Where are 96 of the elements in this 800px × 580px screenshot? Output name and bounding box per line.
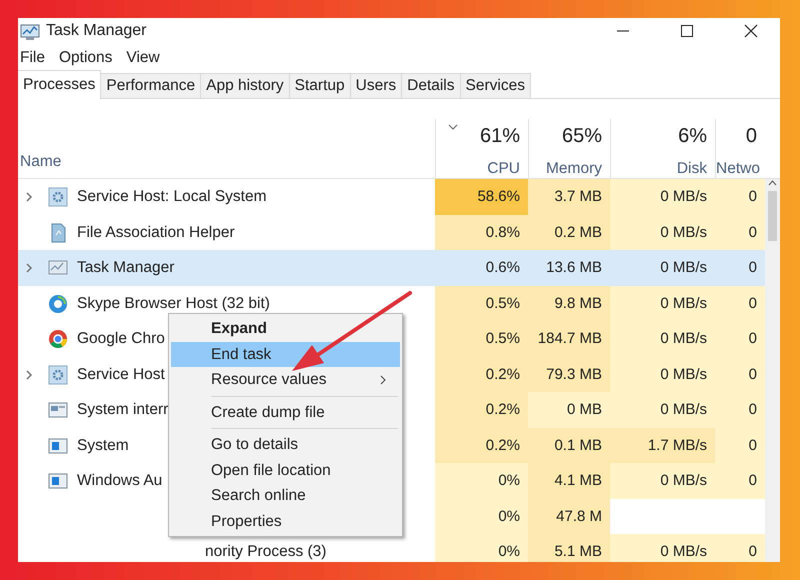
table-cell: 0 xyxy=(715,214,765,250)
table-cell: 0 MB xyxy=(528,392,610,428)
menu-item[interactable]: Resource values xyxy=(171,367,400,392)
table-cell: 0 xyxy=(715,428,765,464)
table-cell-text: 13.6 MB xyxy=(545,258,603,278)
table-cell: 0 MB/s xyxy=(610,286,715,322)
table-cell: 0 xyxy=(715,179,765,215)
table-cell: 0.8% xyxy=(435,214,528,250)
menu-item[interactable]: Go to details xyxy=(171,432,400,458)
table-cell: 0 xyxy=(715,286,765,322)
gear-icon xyxy=(48,364,68,384)
table-cell: 0 MB/s xyxy=(610,356,715,392)
usage-percent: 6% xyxy=(677,124,707,150)
table-cell: 0 MB/s xyxy=(610,463,715,499)
process-name: Windows Au xyxy=(77,471,162,492)
process-name: Skype Browser Host (32 bit) xyxy=(77,294,270,314)
menu-item[interactable]: Search online xyxy=(171,483,400,508)
process-name: File Association Helper xyxy=(77,222,235,243)
process-name: Task Manager xyxy=(77,258,174,278)
tab[interactable]: Processes xyxy=(18,70,102,100)
expand-chevron-icon[interactable] xyxy=(25,368,33,380)
menu-item[interactable]: File xyxy=(18,46,53,70)
table-cell-text: 0 xyxy=(748,258,758,278)
table-cell: 1.7 MB/s xyxy=(610,428,715,464)
expand-chevron-icon[interactable] xyxy=(25,262,33,274)
tab[interactable]: App history xyxy=(200,73,290,98)
table-cell: 184.7 MB xyxy=(528,321,610,357)
table-cell-text: 0 MB/s xyxy=(659,258,708,278)
table-cell: 0.5% xyxy=(435,321,528,357)
window-icon xyxy=(48,436,68,456)
window-icon xyxy=(48,400,68,420)
table-cell: 47.8 M xyxy=(528,498,610,534)
window-icon xyxy=(48,471,68,491)
table-cell: 0 xyxy=(715,463,765,499)
table-cell: 0% xyxy=(435,534,528,562)
menu-item[interactable]: Open file location xyxy=(171,458,400,483)
table-cell: 9.8 MB xyxy=(528,286,610,322)
tab[interactable]: Details xyxy=(401,73,461,98)
menu-item[interactable]: View xyxy=(124,46,168,70)
scroll-up-icon[interactable] xyxy=(768,179,777,188)
table-cell: 58.6% xyxy=(435,179,528,215)
usage-percent: 0 xyxy=(744,124,757,150)
process-name: System xyxy=(77,436,129,456)
table-cell: 0.2% xyxy=(435,392,528,428)
expand-chevron-icon[interactable] xyxy=(25,191,33,203)
table-cell: 0 xyxy=(715,534,765,562)
table-cell: 4.1 MB xyxy=(528,463,610,499)
menu-item[interactable]: Create dump file xyxy=(171,400,400,425)
tab[interactable]: Services xyxy=(460,73,531,98)
process-name: Service Host: Local System xyxy=(77,187,267,208)
table-cell: 0.2% xyxy=(435,428,528,464)
table-cell: 0 xyxy=(715,321,765,357)
gear-icon xyxy=(48,187,68,207)
column-header[interactable]: Disk xyxy=(611,157,707,178)
app-icon xyxy=(48,294,68,314)
tab[interactable]: Users xyxy=(350,73,402,98)
selected-row[interactable]: Task Manager 0.6% 13.6 MB 0 MB/s 0 xyxy=(18,250,765,286)
column-header[interactable]: CPU xyxy=(436,157,520,178)
scrollbar-thumb[interactable] xyxy=(768,191,777,242)
menu-item[interactable]: Properties xyxy=(171,508,400,534)
process-name: Google Chro xyxy=(77,329,165,350)
browser-icon xyxy=(48,329,68,349)
process-name: nority Process (3) xyxy=(205,542,326,562)
table-cell: 0 MB/s xyxy=(610,214,715,250)
column-header[interactable]: Name xyxy=(18,150,435,178)
usage-percent: 61% xyxy=(478,124,520,150)
table-cell: 0% xyxy=(435,463,528,499)
tab[interactable]: Performance xyxy=(100,73,202,98)
column-header[interactable]: Memory xyxy=(529,157,602,178)
process-name: Service Host xyxy=(77,364,165,385)
table-cell: 0.2% xyxy=(435,356,528,392)
scrollbar[interactable] xyxy=(765,179,780,562)
table-cell: 5.1 MB xyxy=(528,534,610,562)
table-cell: 0.1 MB xyxy=(528,428,610,464)
menu-item[interactable]: Options xyxy=(56,46,120,70)
table-cell: 3.7 MB xyxy=(528,179,610,215)
menu-item[interactable]: Expand xyxy=(171,316,400,342)
usage-percent: 65% xyxy=(560,124,602,150)
tab[interactable]: Startup xyxy=(288,73,351,98)
maximize-icon[interactable] xyxy=(680,24,694,38)
window-title: Task Manager xyxy=(46,21,148,41)
table-cell: 0 MB/s xyxy=(610,534,715,562)
table-cell: 0.5% xyxy=(435,286,528,322)
column-header[interactable]: Netwo xyxy=(716,157,757,178)
table-cell: 0 xyxy=(715,392,765,428)
table-cell: 79.3 MB xyxy=(528,356,610,392)
menu-item[interactable]: End task xyxy=(171,342,400,367)
table-cell: 0 MB/s xyxy=(610,392,715,428)
table-cell: 0.2 MB xyxy=(528,214,610,250)
table-cell: 0 MB/s xyxy=(610,321,715,357)
process-name: System interr xyxy=(77,400,168,420)
table-cell: 0 MB/s xyxy=(610,179,715,215)
table-cell-text: 0.6% xyxy=(484,258,521,278)
table-cell: 0 xyxy=(715,356,765,392)
close-icon[interactable] xyxy=(744,24,758,38)
table-cell: 0% xyxy=(435,498,528,534)
